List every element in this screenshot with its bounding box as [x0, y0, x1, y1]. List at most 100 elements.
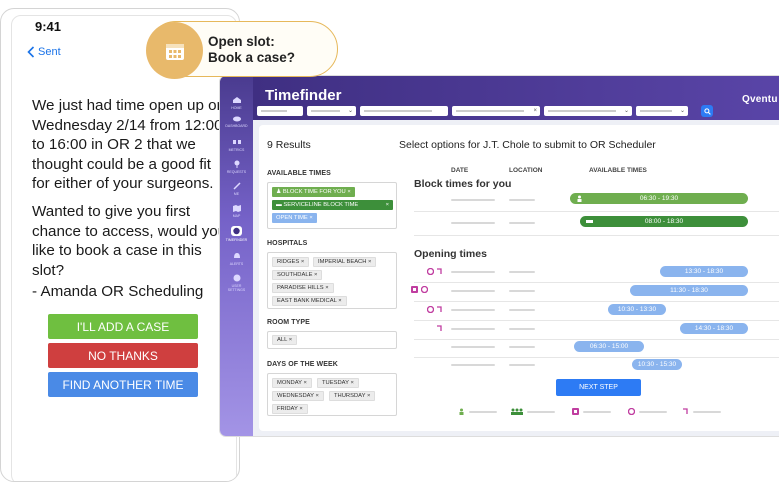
- callout-text: Open slot: Book a case?: [208, 34, 295, 66]
- bell-icon: [232, 252, 242, 260]
- rail-item-alerts[interactable]: ALERTS: [224, 252, 249, 266]
- clock-icon: [427, 268, 434, 275]
- row-divider: [414, 339, 779, 340]
- available-times-box[interactable]: ♟ BLOCK TIME FOR YOU × ▬ SERVICELINE BLO…: [267, 182, 397, 229]
- tag-day[interactable]: MONDAY ×: [272, 378, 312, 388]
- block-time-row[interactable]: 06:30 - 19:30: [570, 193, 748, 204]
- filter-select-4[interactable]: ×: [452, 106, 540, 116]
- tag-day[interactable]: THURSDAY ×: [329, 391, 376, 401]
- tag-open-time[interactable]: OPEN TIME ×: [272, 213, 317, 223]
- column-date: DATE: [451, 167, 469, 174]
- remove-icon[interactable]: ×: [346, 189, 350, 195]
- legend-placeholder: [583, 411, 611, 413]
- phone-frame: 9:41 Sent We just had time open up on We…: [0, 8, 240, 482]
- block-times-heading: Block times for you: [414, 178, 512, 190]
- group-icon: [586, 220, 593, 223]
- open-time-row[interactable]: 10:30 - 13:30: [608, 304, 666, 315]
- location-placeholder: [509, 222, 535, 224]
- location-placeholder: [509, 199, 535, 201]
- hospitals-box[interactable]: RIDGES × IMPERIAL BEACH × SOUTHDALE × PA…: [267, 252, 397, 309]
- row-divider: [414, 211, 779, 212]
- date-placeholder: [451, 328, 495, 330]
- content-area: 9 Results Select options for J.T. Chole …: [253, 120, 779, 436]
- callout-icon-circle: [146, 22, 203, 79]
- filter-select-5[interactable]: ⌄: [544, 106, 632, 116]
- open-time-row[interactable]: 06:30 - 15:00: [574, 341, 644, 352]
- days-box[interactable]: MONDAY × TUESDAY × WEDNESDAY × THURSDAY …: [267, 373, 397, 416]
- opening-times-heading: Opening times: [414, 248, 487, 260]
- person-icon: [577, 195, 582, 202]
- rail-item-metrics[interactable]: METRICS: [224, 138, 249, 152]
- app-title: Timefinder: [265, 87, 342, 104]
- back-label: Sent: [38, 46, 61, 58]
- bracket-icon: [683, 408, 688, 414]
- filter-field-1[interactable]: [257, 106, 303, 116]
- row-divider: [414, 235, 779, 236]
- location-placeholder: [509, 271, 535, 273]
- rail-item-home[interactable]: HOME: [224, 96, 249, 110]
- no-thanks-button[interactable]: NO THANKS: [48, 343, 198, 368]
- filter-field-3[interactable]: [360, 106, 448, 116]
- location-placeholder: [509, 364, 535, 366]
- rail-item-dashboard[interactable]: DASHBOARD: [224, 114, 249, 128]
- screenshot-stage: 9:41 Sent We just had time open up on We…: [0, 0, 779, 482]
- tag-day[interactable]: WEDNESDAY ×: [272, 391, 324, 401]
- clear-icon: ×: [533, 108, 537, 114]
- column-location: LOCATION: [509, 167, 543, 174]
- tag-hospital[interactable]: SOUTHDALE ×: [272, 270, 323, 280]
- open-time-row[interactable]: 14:30 - 18:30: [680, 323, 748, 334]
- room-type-box[interactable]: ALL ×: [267, 331, 397, 349]
- location-placeholder: [509, 309, 535, 311]
- chevron-down-icon: ⌄: [623, 108, 629, 114]
- bracket-icon: [437, 268, 442, 274]
- tag-day[interactable]: FRIDAY ×: [272, 404, 308, 414]
- remove-icon[interactable]: ×: [308, 215, 312, 221]
- results-panel: 9 Results Select options for J.T. Chole …: [259, 125, 779, 431]
- back-button[interactable]: Sent: [27, 46, 61, 58]
- open-time-row[interactable]: 11:30 - 18:30: [630, 285, 748, 296]
- calendar-icon: [165, 43, 184, 60]
- brand-logo: Qventu: [742, 94, 778, 105]
- filter-select-6[interactable]: ⌄: [636, 106, 688, 116]
- rail-item-me[interactable]: ME: [224, 182, 249, 196]
- search-button[interactable]: [701, 105, 713, 117]
- filter-select-2[interactable]: ⌄: [307, 106, 356, 116]
- metrics-icon: [232, 138, 242, 146]
- tag-hospital[interactable]: RIDGES ×: [272, 257, 310, 267]
- select-options-heading: Select options for J.T. Chole to submit …: [399, 139, 656, 151]
- message-signature: - Amanda OR Scheduling: [32, 283, 204, 300]
- tag-block-time-for-you[interactable]: ♟ BLOCK TIME FOR YOU ×: [272, 187, 355, 197]
- date-placeholder: [451, 271, 495, 273]
- tag-hospital[interactable]: PARADISE HILLS ×: [272, 283, 334, 293]
- add-case-button[interactable]: I'LL ADD A CASE: [48, 314, 198, 339]
- date-placeholder: [451, 222, 495, 224]
- location-placeholder: [509, 290, 535, 292]
- timefinder-app: HOME DASHBOARD METRICS REQUESTS ME MAP T…: [220, 76, 779, 436]
- rail-item-timefinder[interactable]: TIMEFINDER: [224, 226, 249, 242]
- tag-serviceline-block-time[interactable]: ▬ SERVICELINE BLOCK TIME ×: [272, 200, 393, 210]
- row-divider: [414, 320, 779, 321]
- tag-day[interactable]: TUESDAY ×: [317, 378, 359, 388]
- next-step-button[interactable]: NEXT STEP: [556, 379, 641, 396]
- remove-icon[interactable]: ×: [386, 200, 389, 210]
- person-icon: ♟: [276, 189, 283, 195]
- date-placeholder: [451, 309, 495, 311]
- find-another-time-button[interactable]: FIND ANOTHER TIME: [48, 372, 198, 397]
- tag-room-type[interactable]: ALL ×: [272, 335, 298, 345]
- bracket-icon: [437, 325, 442, 331]
- cloud-icon: [232, 114, 242, 122]
- group-icon: [511, 408, 523, 415]
- chevron-down-icon: ⌄: [347, 108, 353, 114]
- tag-hospital[interactable]: EAST BANK MEDICAL ×: [272, 296, 347, 306]
- open-time-row[interactable]: 13:30 - 18:30: [660, 266, 748, 277]
- block-time-row[interactable]: 08:00 - 18:30: [580, 216, 748, 227]
- top-bar: Timefinder Qventu ⌄ × ⌄ ⌄: [253, 76, 779, 120]
- rail-item-requests[interactable]: REQUESTS: [224, 160, 249, 174]
- rail-item-user-settings[interactable]: USER SETTINGS: [224, 274, 249, 292]
- tag-hospital[interactable]: IMPERIAL BEACH ×: [313, 257, 377, 267]
- hospitals-label: HOSPITALS: [267, 240, 308, 247]
- date-placeholder: [451, 364, 495, 366]
- open-time-row[interactable]: 10:30 - 15:30: [632, 359, 682, 370]
- calendar-square-icon: [411, 286, 418, 293]
- rail-item-map[interactable]: MAP: [224, 204, 249, 218]
